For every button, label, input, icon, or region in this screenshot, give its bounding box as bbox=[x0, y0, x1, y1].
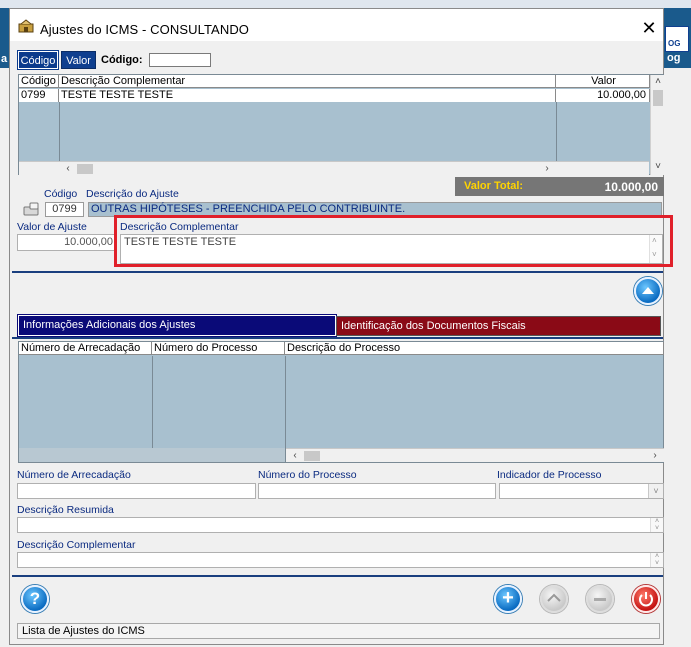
indicador-processo-label: Indicador de Processo bbox=[497, 469, 602, 481]
power-icon bbox=[639, 592, 653, 607]
scroll-up-icon[interactable]: ˄ bbox=[651, 75, 665, 89]
edit-icon bbox=[547, 593, 561, 602]
grid-column-divider bbox=[59, 102, 60, 161]
background-app-menubar bbox=[0, 0, 691, 8]
scroll-left-icon[interactable]: ‹ bbox=[288, 449, 302, 463]
background-doc-icon: OG bbox=[665, 26, 689, 52]
scroll-right-icon[interactable]: › bbox=[540, 162, 554, 176]
title-bar[interactable]: Ajustes do ICMS - CONSULTANDO ✕ bbox=[10, 9, 663, 41]
codigo-search-label: Código: bbox=[101, 54, 143, 66]
valor-ajuste-field[interactable]: 10.000,00 bbox=[17, 234, 117, 251]
numero-arrecadacao-label: Número de Arrecadação bbox=[17, 469, 131, 481]
delete-icon bbox=[594, 598, 606, 601]
background-left-label: a bbox=[1, 53, 8, 65]
tab-valor[interactable]: Valor bbox=[61, 51, 96, 69]
exit-button[interactable] bbox=[632, 585, 660, 613]
grid-footer bbox=[19, 448, 285, 462]
grid-header-numero-arrecadacao[interactable]: Número de Arrecadação bbox=[19, 342, 152, 355]
separator bbox=[12, 271, 663, 273]
ajustes-grid[interactable]: Código Descrição Complementar Valor 0799… bbox=[18, 74, 664, 175]
app-icon bbox=[18, 19, 34, 33]
tab-identificacao-documentos[interactable]: Identificação dos Documentos Fiscais bbox=[336, 316, 661, 336]
ajuste-codigo-field[interactable]: 0799 bbox=[45, 202, 84, 217]
status-bar: Lista de Ajustes do ICMS bbox=[17, 623, 660, 639]
descricao-complementar-2-input[interactable]: ˄ ˅ bbox=[17, 552, 664, 568]
expand-up-button[interactable] bbox=[634, 277, 662, 305]
eraser-icon[interactable] bbox=[22, 201, 44, 217]
background-app-right: OG og bbox=[662, 8, 691, 68]
indicador-processo-select[interactable]: ˅ bbox=[499, 483, 664, 499]
ajustes-icms-window: Ajustes do ICMS - CONSULTANDO ✕ Código V… bbox=[9, 8, 673, 645]
scroll-thumb[interactable] bbox=[304, 451, 320, 461]
grid-header-valor[interactable]: Valor bbox=[556, 75, 650, 88]
scroll-right-icon[interactable]: › bbox=[648, 449, 662, 463]
grid-cell-valor[interactable]: 10.000,00 bbox=[556, 89, 650, 102]
scroll-thumb[interactable] bbox=[77, 164, 93, 174]
arrow-up-icon bbox=[642, 287, 654, 294]
ajuste-descricao-label: Descrição do Ajuste bbox=[86, 188, 179, 200]
field-scrollbar[interactable]: ˄ ˅ bbox=[650, 553, 663, 567]
separator bbox=[12, 575, 663, 577]
descricao-complementar-2-label: Descrição Complementar bbox=[17, 539, 136, 551]
descricao-resumida-input[interactable]: ˄ ˅ bbox=[17, 517, 664, 533]
numero-processo-input[interactable] bbox=[258, 483, 496, 499]
numero-arrecadacao-input[interactable] bbox=[17, 483, 256, 499]
grid-horizontal-scrollbar[interactable]: ‹ › bbox=[286, 448, 664, 462]
tab-codigo[interactable]: Código bbox=[17, 50, 59, 70]
ajuste-codigo-label: Código bbox=[44, 188, 78, 200]
grid-column-divider bbox=[285, 356, 286, 463]
total-value: 10.000,00 bbox=[604, 180, 658, 194]
delete-button[interactable] bbox=[586, 585, 614, 613]
help-button[interactable]: ? bbox=[21, 585, 49, 613]
total-bar: Valor Total: 10.000,00 bbox=[455, 177, 664, 196]
tab-informacoes-adicionais[interactable]: Informações Adicionais dos Ajustes bbox=[17, 314, 337, 337]
background-right-label: og bbox=[667, 52, 681, 64]
grid-header-codigo[interactable]: Código bbox=[19, 75, 59, 88]
window-title: Ajustes do ICMS - CONSULTANDO bbox=[40, 22, 250, 37]
grid-header-descricao[interactable]: Descrição Complementar bbox=[59, 75, 556, 88]
grid-header-descricao-processo[interactable]: Descrição do Processo bbox=[285, 342, 664, 355]
grid-cell-codigo[interactable]: 0799 bbox=[19, 89, 59, 102]
codigo-search-input[interactable] bbox=[149, 53, 211, 67]
chevron-down-icon[interactable]: ˅ bbox=[648, 484, 663, 498]
scroll-down-icon[interactable]: ˅ bbox=[651, 160, 665, 174]
scroll-left-icon[interactable]: ‹ bbox=[61, 162, 75, 176]
scroll-thumb[interactable] bbox=[653, 90, 663, 106]
edit-button[interactable] bbox=[540, 585, 568, 613]
grid-vertical-scrollbar[interactable]: ˄ ˅ bbox=[650, 75, 664, 175]
separator bbox=[12, 337, 663, 339]
numero-processo-label: Número do Processo bbox=[258, 469, 357, 481]
field-scrollbar[interactable]: ˄ ˅ bbox=[650, 518, 663, 532]
highlight-box bbox=[114, 215, 673, 267]
grid-cell-descricao[interactable]: TESTE TESTE TESTE bbox=[59, 89, 556, 102]
grid-horizontal-scrollbar[interactable]: ‹ › bbox=[19, 161, 649, 175]
valor-ajuste-label: Valor de Ajuste bbox=[17, 221, 87, 233]
grid-column-divider bbox=[556, 102, 557, 161]
grid-column-divider bbox=[152, 356, 153, 463]
grid-header-numero-processo[interactable]: Número do Processo bbox=[152, 342, 285, 355]
processos-grid[interactable]: Número de Arrecadação Número do Processo… bbox=[18, 341, 664, 463]
close-icon[interactable]: ✕ bbox=[638, 17, 660, 39]
descricao-resumida-label: Descrição Resumida bbox=[17, 504, 114, 516]
total-label: Valor Total: bbox=[464, 180, 524, 192]
background-doc-label: OG bbox=[668, 39, 681, 48]
add-button[interactable]: + bbox=[494, 585, 522, 613]
